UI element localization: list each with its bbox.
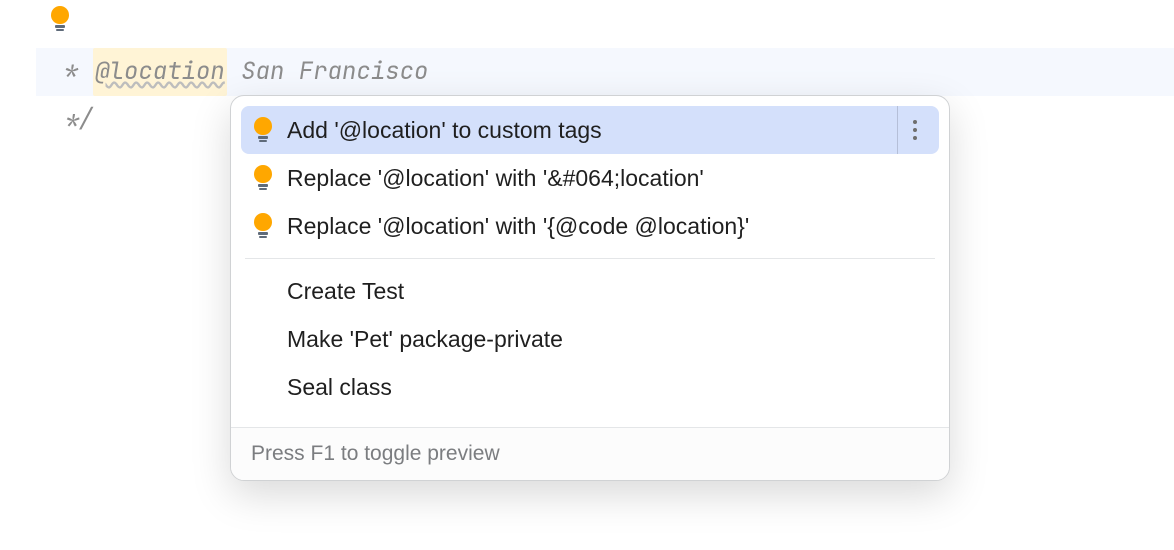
comment-close: */	[50, 96, 93, 144]
blank-line	[36, 0, 1174, 48]
intention-add-custom-tag[interactable]: Add '@location' to custom tags	[241, 106, 939, 154]
intention-replace-code[interactable]: Replace '@location' with '{@code @locati…	[241, 202, 939, 250]
intention-make-package-private[interactable]: Make 'Pet' package-private	[241, 315, 939, 363]
lightbulb-icon	[253, 213, 287, 239]
menu-item-label: Make 'Pet' package-private	[287, 326, 931, 353]
intention-create-test[interactable]: Create Test	[241, 267, 939, 315]
comment-asterisk: *	[50, 48, 79, 96]
menu-item-label: Create Test	[287, 278, 931, 305]
code-line[interactable]: * @location San Francisco	[36, 48, 1174, 96]
menu-separator	[245, 258, 935, 259]
lightbulb-icon	[253, 165, 287, 191]
popup-body: Add '@location' to custom tags Replace '…	[231, 96, 949, 427]
editor-gutter	[0, 0, 36, 550]
intention-seal-class[interactable]: Seal class	[241, 363, 939, 411]
lightbulb-icon	[253, 117, 287, 143]
popup-footer-hint: Press F1 to toggle preview	[231, 427, 949, 480]
javadoc-text: San Francisco	[227, 48, 429, 96]
kebab-icon	[913, 118, 917, 142]
intention-replace-entity[interactable]: Replace '@location' with '&#064;location…	[241, 154, 939, 202]
menu-item-label: Replace '@location' with '&#064;location…	[287, 165, 931, 192]
menu-item-label: Add '@location' to custom tags	[287, 117, 897, 144]
intention-actions-popup: Add '@location' to custom tags Replace '…	[230, 95, 950, 481]
more-options-button[interactable]	[897, 106, 931, 154]
menu-item-label: Seal class	[287, 374, 931, 401]
javadoc-tag[interactable]: @location	[93, 48, 227, 96]
menu-item-label: Replace '@location' with '{@code @locati…	[287, 213, 931, 240]
